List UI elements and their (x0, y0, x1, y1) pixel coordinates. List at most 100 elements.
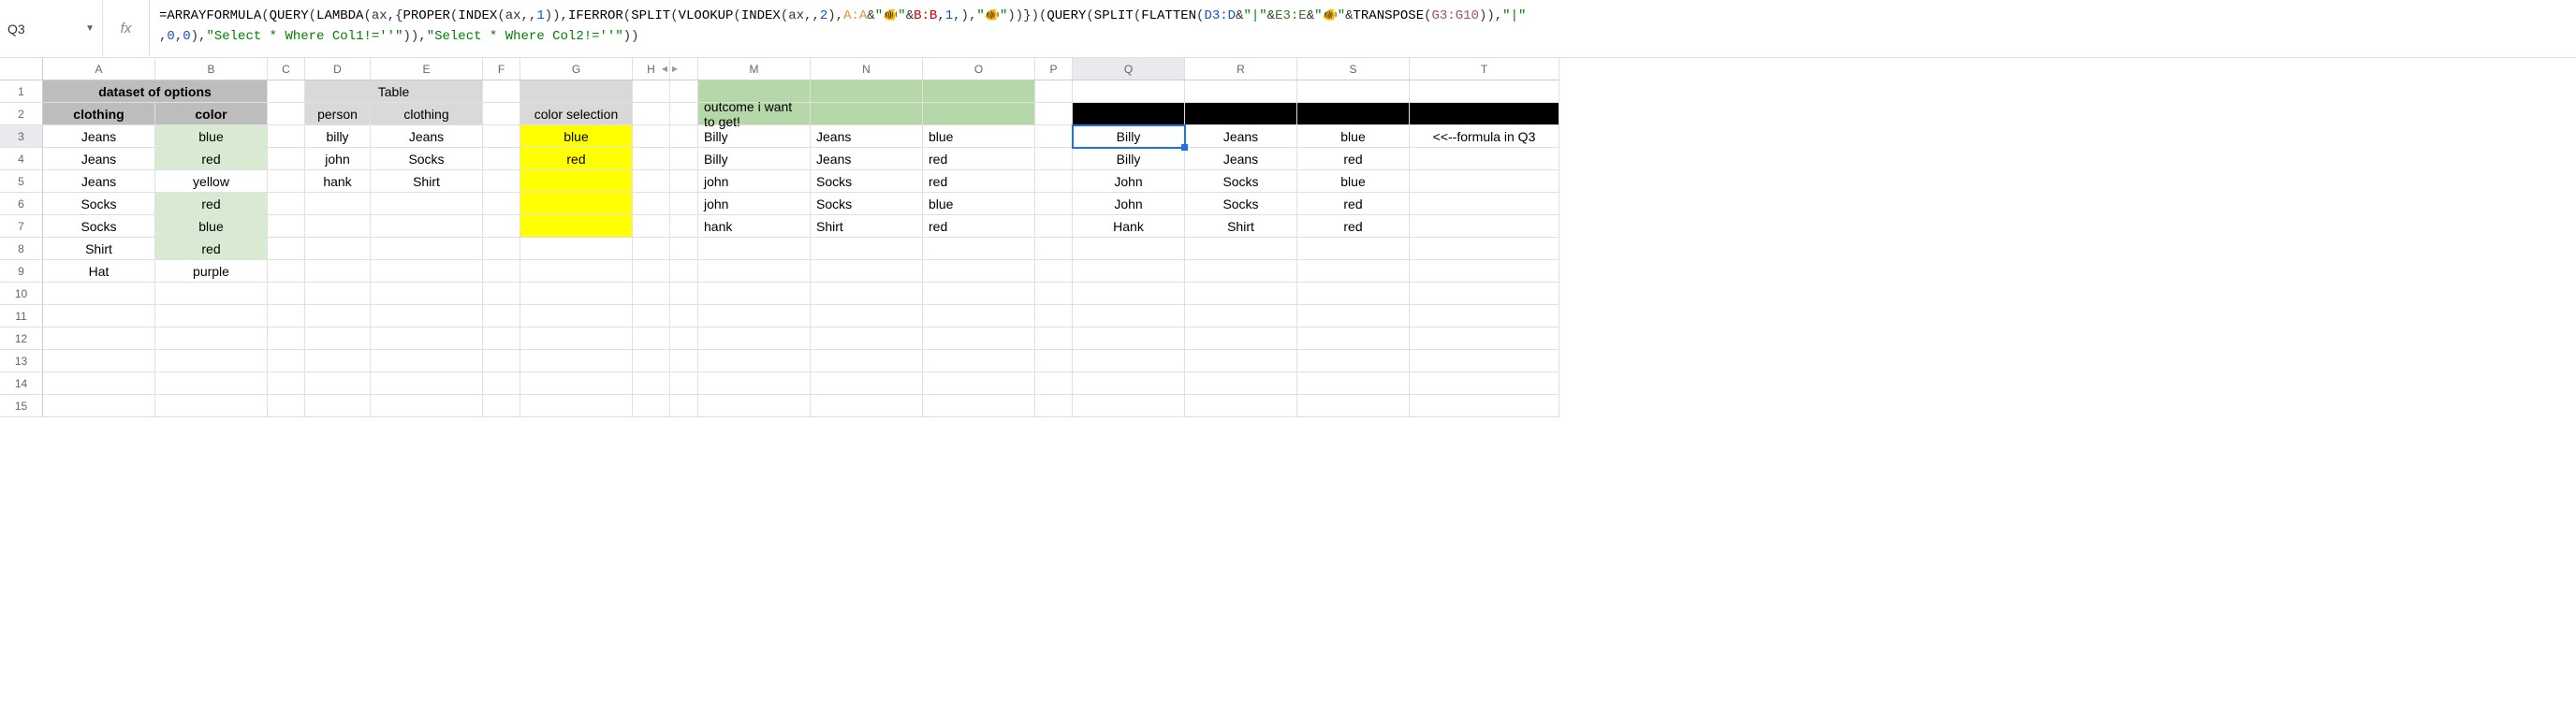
cell-G8[interactable] (520, 238, 633, 260)
cell-C9[interactable] (268, 260, 305, 283)
cell-N7[interactable]: Shirt (811, 215, 923, 238)
cell-P3[interactable] (1035, 125, 1073, 148)
cell-E8[interactable] (371, 238, 483, 260)
select-all-corner[interactable] (0, 58, 43, 80)
cell-Q5[interactable]: John (1073, 170, 1185, 193)
cell-N9[interactable] (811, 260, 923, 283)
cell-Q14[interactable] (1073, 372, 1185, 395)
cell-F7[interactable] (483, 215, 520, 238)
cell-N3[interactable]: Jeans (811, 125, 923, 148)
cell-D11[interactable] (305, 305, 371, 328)
cell-E11[interactable] (371, 305, 483, 328)
cell-O7[interactable]: red (923, 215, 1035, 238)
cell-P4[interactable] (1035, 148, 1073, 170)
cell-F1[interactable] (483, 80, 520, 103)
spreadsheet-grid[interactable]: ABCDEFGHMNOPQRST1dataset of optionsTable… (0, 58, 2576, 417)
cell-B11[interactable] (155, 305, 268, 328)
column-header-F[interactable]: F (483, 58, 520, 80)
cell-A4[interactable]: Jeans (43, 148, 155, 170)
cell-E3[interactable]: Jeans (371, 125, 483, 148)
cell-S4[interactable]: red (1297, 148, 1410, 170)
cell-T11[interactable] (1410, 305, 1559, 328)
cell-C4[interactable] (268, 148, 305, 170)
cell-T5[interactable] (1410, 170, 1559, 193)
cell-A11[interactable] (43, 305, 155, 328)
cell-N8[interactable] (811, 238, 923, 260)
cell-P9[interactable] (1035, 260, 1073, 283)
cell-R9[interactable] (1185, 260, 1297, 283)
cell-Q1[interactable] (1073, 80, 1185, 103)
cell-M8[interactable] (698, 238, 811, 260)
row-header-15[interactable]: 15 (0, 395, 43, 417)
cell-Q9[interactable] (1073, 260, 1185, 283)
cell-F12[interactable] (483, 328, 520, 350)
cell-T1[interactable] (1410, 80, 1559, 103)
row-header-4[interactable]: 4 (0, 148, 43, 170)
cell-H7[interactable] (633, 215, 670, 238)
cell-G7[interactable] (520, 215, 633, 238)
cell-E4[interactable]: Socks (371, 148, 483, 170)
cell-Q12[interactable] (1073, 328, 1185, 350)
cell-C6[interactable] (268, 193, 305, 215)
cell-D5[interactable]: hank (305, 170, 371, 193)
cell-T10[interactable] (1410, 283, 1559, 305)
cell-O3[interactable]: blue (923, 125, 1035, 148)
column-header-Q[interactable]: Q (1073, 58, 1185, 80)
cell-T2[interactable] (1410, 103, 1559, 125)
cell-H4[interactable] (633, 148, 670, 170)
cell-O13[interactable] (923, 350, 1035, 372)
cell-C11[interactable] (268, 305, 305, 328)
column-header-P[interactable]: P (1035, 58, 1073, 80)
cell-R2[interactable] (1185, 103, 1297, 125)
row-header-7[interactable]: 7 (0, 215, 43, 238)
cell-F3[interactable] (483, 125, 520, 148)
cell-M3[interactable]: Billy (698, 125, 811, 148)
cell-F2[interactable] (483, 103, 520, 125)
column-header-C[interactable]: C (268, 58, 305, 80)
cell-B9[interactable]: purple (155, 260, 268, 283)
column-header-N[interactable]: N (811, 58, 923, 80)
cell-N13[interactable] (811, 350, 923, 372)
cell-F9[interactable] (483, 260, 520, 283)
cell-S15[interactable] (1297, 395, 1410, 417)
cell-R15[interactable] (1185, 395, 1297, 417)
column-header-H[interactable]: H (633, 58, 670, 80)
cell-A6[interactable]: Socks (43, 193, 155, 215)
cell-F13[interactable] (483, 350, 520, 372)
cell-F4[interactable] (483, 148, 520, 170)
cell-C3[interactable] (268, 125, 305, 148)
row-header-2[interactable]: 2 (0, 103, 43, 125)
cell-P8[interactable] (1035, 238, 1073, 260)
cell-P13[interactable] (1035, 350, 1073, 372)
cell-S13[interactable] (1297, 350, 1410, 372)
cell-E7[interactable] (371, 215, 483, 238)
row-header-11[interactable]: 11 (0, 305, 43, 328)
column-header-D[interactable]: D (305, 58, 371, 80)
fill-handle[interactable] (1181, 144, 1188, 151)
cell-A1[interactable]: dataset of options (43, 80, 268, 103)
cell-D4[interactable]: john (305, 148, 371, 170)
cell-T15[interactable] (1410, 395, 1559, 417)
cell-M15[interactable] (698, 395, 811, 417)
cell-G3[interactable]: blue (520, 125, 633, 148)
cell-R13[interactable] (1185, 350, 1297, 372)
cell-P7[interactable] (1035, 215, 1073, 238)
cell-R1[interactable] (1185, 80, 1297, 103)
cell-N11[interactable] (811, 305, 923, 328)
cell-D3[interactable]: billy (305, 125, 371, 148)
cell-N6[interactable]: Socks (811, 193, 923, 215)
cell-A14[interactable] (43, 372, 155, 395)
name-box[interactable]: ▼ (0, 0, 103, 57)
cell-S7[interactable]: red (1297, 215, 1410, 238)
cell-N14[interactable] (811, 372, 923, 395)
cell-O9[interactable] (923, 260, 1035, 283)
cell-P12[interactable] (1035, 328, 1073, 350)
cell-O6[interactable]: blue (923, 193, 1035, 215)
cell-D12[interactable] (305, 328, 371, 350)
cell-Q15[interactable] (1073, 395, 1185, 417)
cell-reference-input[interactable] (7, 22, 73, 36)
cell-R10[interactable] (1185, 283, 1297, 305)
cell-G2[interactable]: color selection (520, 103, 633, 125)
cell-D13[interactable] (305, 350, 371, 372)
cell-O4[interactable]: red (923, 148, 1035, 170)
